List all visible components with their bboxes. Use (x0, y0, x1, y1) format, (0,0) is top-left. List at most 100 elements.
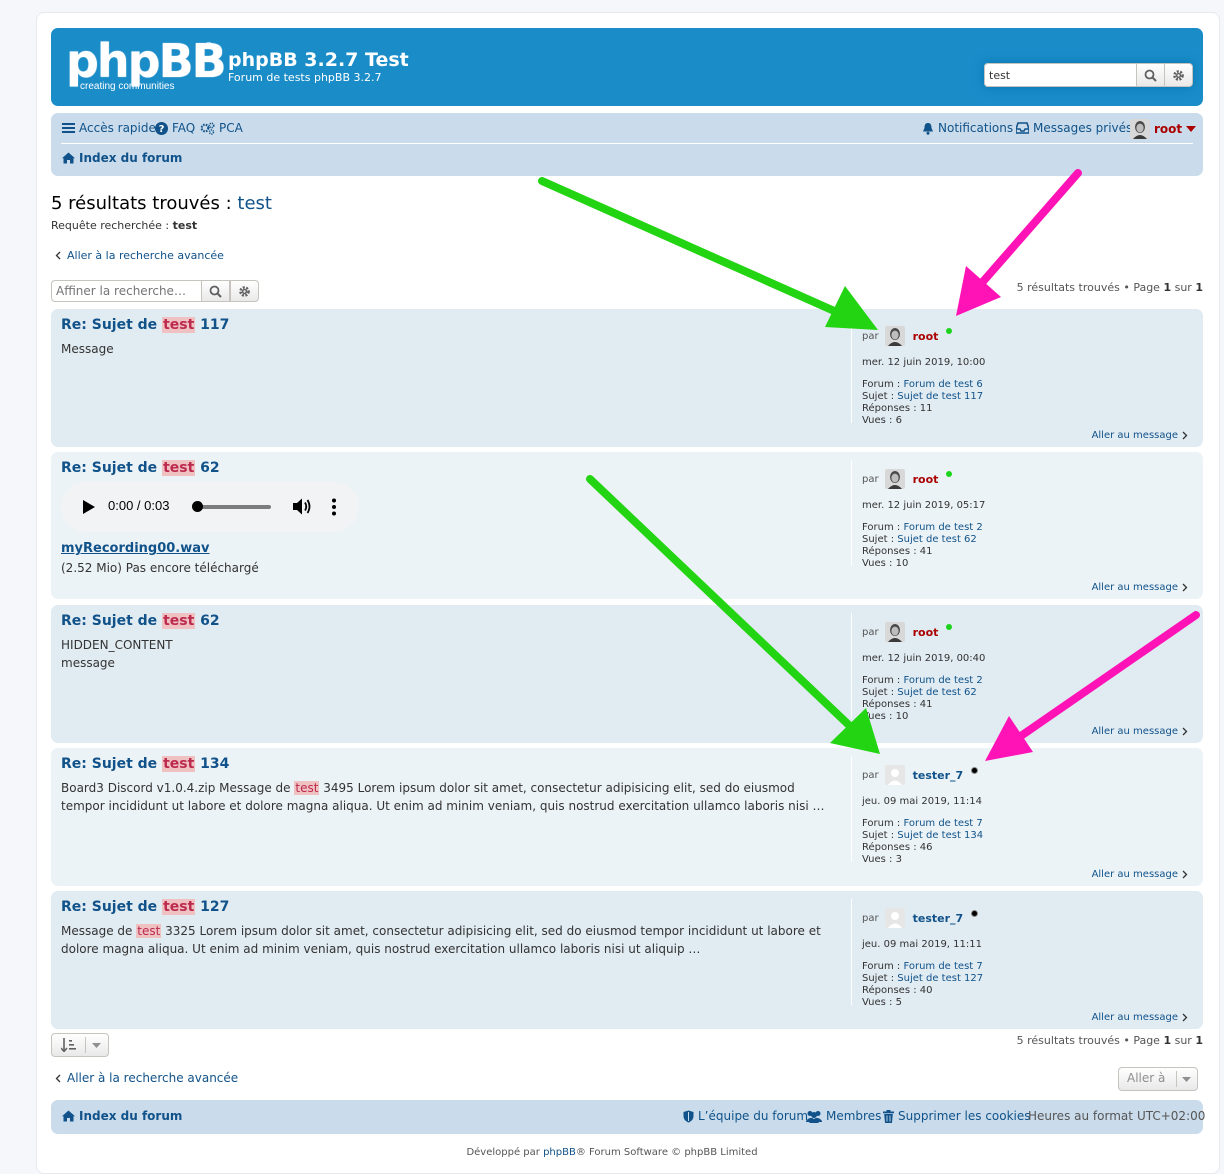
author-name[interactable]: tester_7 (913, 769, 964, 782)
site-logo[interactable]: phpBB ® creating communities (66, 34, 227, 96)
result-details: Forum : Forum de test 6 Sujet : Sujet de… (862, 379, 983, 427)
topic-link[interactable]: Sujet de test 134 (897, 830, 983, 841)
replies-count: 11 (919, 403, 933, 414)
topic-label: Sujet : (862, 534, 895, 545)
result-title-number: 62 (200, 460, 220, 476)
forum-link[interactable]: Forum de test 2 (903, 522, 982, 533)
volume-icon[interactable] (293, 498, 313, 515)
result-title[interactable]: Re: Sujet de test 117 (61, 317, 229, 333)
result-title-prefix: Re: Sujet de (61, 317, 158, 333)
jump-to-button[interactable]: Aller à (1118, 1067, 1198, 1091)
copyright-suffix: ® Forum Software © phpBB Limited (575, 1147, 758, 1158)
result-title[interactable]: Re: Sujet de test 62 (61, 460, 220, 476)
goto-post-link[interactable]: Aller au message (1092, 582, 1188, 593)
forum-link[interactable]: Forum de test 7 (903, 961, 982, 972)
caret-down-icon (92, 1043, 101, 1048)
result-body-highlight: test (136, 924, 162, 938)
author-avatar[interactable] (884, 326, 905, 346)
breadcrumb-index[interactable]: Index du forum (62, 151, 182, 165)
svg-text:?: ? (159, 124, 165, 135)
goto-post-link[interactable]: Aller au message (1092, 726, 1188, 737)
topic-link[interactable]: Sujet de test 62 (897, 687, 977, 698)
goto-post-link[interactable]: Aller au message (1092, 1012, 1188, 1023)
result-meta: par root mer. 12 juin 2019, 05:17 Forum … (851, 460, 1192, 569)
chevron-left-icon (55, 251, 61, 260)
author-name[interactable]: root (913, 626, 939, 639)
refine-search-button[interactable] (201, 280, 230, 302)
ucp-link[interactable]: PCA (200, 121, 243, 135)
delete-cookies-label: Supprimer les cookies (898, 1109, 1031, 1123)
result-details: Forum : Forum de test 7 Sujet : Sujet de… (862, 961, 983, 1009)
author-avatar-default[interactable] (884, 908, 905, 928)
user-menu[interactable]: root (1130, 119, 1197, 139)
forum-label: Forum : (862, 818, 901, 829)
refine-search-input[interactable] (51, 280, 203, 302)
goto-post-label: Aller au message (1091, 869, 1178, 880)
notifications-label: Notifications (938, 121, 1014, 135)
online-status-icon (946, 624, 953, 630)
header-search-button[interactable] (1136, 63, 1165, 87)
audio-progress-thumb[interactable] (192, 501, 203, 512)
author-avatar[interactable] (884, 469, 905, 489)
audio-progress-track[interactable] (197, 505, 271, 509)
forum-link[interactable]: Forum de test 2 (903, 675, 982, 686)
header-advanced-search-button[interactable] (1164, 63, 1193, 87)
quick-access-link[interactable]: Accès rapide (62, 121, 156, 135)
author-avatar[interactable] (884, 622, 905, 642)
timezone-label: Heures au format (1028, 1109, 1133, 1123)
members-label: Membres (826, 1109, 882, 1123)
goto-post-link[interactable]: Aller au message (1092, 869, 1188, 880)
site-title[interactable]: phpBB 3.2.7 Test (228, 49, 409, 71)
breadcrumb-index-label: Index du forum (79, 151, 183, 165)
result-title[interactable]: Re: Sujet de test 134 (61, 756, 229, 772)
author-name[interactable]: root (913, 330, 939, 343)
caret-down-icon (1182, 1077, 1191, 1082)
header-search-input[interactable] (984, 63, 1144, 87)
forum-link[interactable]: Forum de test 7 (903, 818, 982, 829)
author-avatar-default[interactable] (884, 765, 905, 785)
footer-index-link[interactable]: Index du forum (62, 1109, 182, 1123)
author-name[interactable]: root (913, 473, 939, 486)
result-title[interactable]: Re: Sujet de test 127 (61, 899, 229, 915)
search-result: Re: Sujet de test 127 Message de test 33… (51, 891, 1203, 1029)
by-label: par (862, 912, 879, 924)
more-options-icon[interactable] (332, 498, 336, 516)
refine-advanced-button[interactable] (230, 280, 259, 302)
topic-link[interactable]: Sujet de test 117 (897, 391, 983, 402)
topic-link[interactable]: Sujet de test 127 (897, 973, 983, 984)
gear-icon (1173, 69, 1184, 81)
replies-label: Réponses : (862, 546, 917, 557)
attachment-link[interactable]: myRecording00.wav (61, 541, 210, 556)
page-title: 5 résultats trouvés : test (51, 193, 272, 214)
forum-link[interactable]: Forum de test 6 (903, 379, 982, 390)
play-icon[interactable] (83, 500, 95, 514)
delete-cookies-link[interactable]: Supprimer les cookies (883, 1109, 1031, 1123)
copyright: Développé par phpBB® Forum Software © ph… (0, 1147, 1224, 1158)
result-body: Message de test 3325 Lorem ipsum dolor s… (61, 922, 831, 958)
replies-label: Réponses : (862, 985, 917, 996)
members-link[interactable]: Membres (806, 1109, 881, 1123)
sort-options-button[interactable] (51, 1033, 109, 1057)
result-title-highlight: test (162, 899, 196, 915)
notifications-link[interactable]: Notifications (922, 121, 1013, 135)
home-icon (62, 152, 75, 164)
result-details: Forum : Forum de test 2 Sujet : Sujet de… (862, 522, 983, 570)
result-title[interactable]: Re: Sujet de test 62 (61, 613, 220, 629)
advanced-search-link-top[interactable]: Aller à la recherche avancée (55, 249, 224, 262)
topic-link[interactable]: Sujet de test 62 (897, 534, 977, 545)
gear-icon (239, 285, 250, 297)
page-total: 1 (1195, 281, 1203, 294)
private-messages-link[interactable]: Messages privés (1016, 121, 1132, 135)
phpbb-link[interactable]: phpBB (543, 1147, 576, 1158)
goto-post-link[interactable]: Aller au message (1092, 430, 1188, 441)
chevron-right-icon (1182, 727, 1188, 736)
team-link[interactable]: L’équipe du forum (683, 1109, 808, 1123)
faq-link[interactable]: ? FAQ (155, 121, 195, 135)
result-body-line: message (61, 656, 115, 670)
result-meta: par root mer. 12 juin 2019, 10:00 Forum … (851, 317, 1192, 426)
offline-status-icon (971, 766, 979, 774)
page-title-query[interactable]: test (237, 193, 272, 214)
caret-down-icon (1186, 126, 1197, 132)
author-name[interactable]: tester_7 (913, 912, 964, 925)
advanced-search-link-bottom[interactable]: Aller à la recherche avancée (55, 1071, 238, 1085)
